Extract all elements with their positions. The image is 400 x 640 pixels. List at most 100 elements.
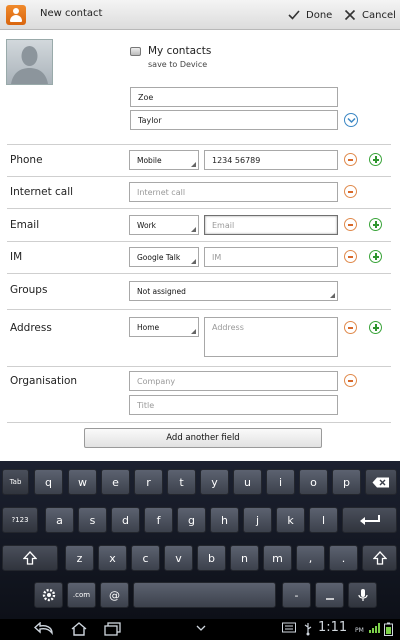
- cancel-button[interactable]: Cancel: [344, 3, 396, 27]
- divider: [7, 241, 391, 242]
- key-a[interactable]: a: [45, 507, 74, 533]
- key-settings[interactable]: [34, 582, 63, 608]
- add-im-button[interactable]: [369, 250, 382, 263]
- back-icon[interactable]: [34, 622, 54, 636]
- key-y[interactable]: y: [200, 469, 229, 495]
- storage-checkbox-icon: [130, 47, 141, 56]
- action-bar: New contact Done Cancel: [0, 0, 400, 30]
- battery-icon: [384, 622, 393, 636]
- key-symbols[interactable]: ?123: [2, 507, 38, 533]
- groups-select[interactable]: Not assigned: [129, 281, 338, 301]
- key-c[interactable]: c: [131, 545, 160, 571]
- remove-address-button[interactable]: [344, 321, 357, 334]
- phone-label: Phone: [10, 154, 43, 166]
- key-enter[interactable]: [342, 507, 397, 533]
- key-shift-left[interactable]: [2, 545, 58, 571]
- system-nav-bar: 1:11 PM: [0, 619, 400, 640]
- email-type-select[interactable]: Work: [129, 215, 199, 235]
- key-f[interactable]: f: [144, 507, 173, 533]
- phone-number-field[interactable]: 1234 56789: [204, 150, 338, 170]
- key-w[interactable]: w: [68, 469, 97, 495]
- clock-time: 1:11: [318, 620, 348, 635]
- shift-icon: [23, 551, 37, 565]
- key-b[interactable]: b: [197, 545, 226, 571]
- add-address-button[interactable]: [369, 321, 382, 334]
- add-email-button[interactable]: [369, 218, 382, 231]
- key-u[interactable]: u: [233, 469, 262, 495]
- key-e[interactable]: e: [101, 469, 130, 495]
- cancel-label: Cancel: [362, 9, 396, 21]
- home-icon[interactable]: [70, 622, 88, 636]
- key-period[interactable]: .: [329, 545, 358, 571]
- key-i[interactable]: i: [266, 469, 295, 495]
- first-name-field[interactable]: Zoe: [130, 87, 338, 107]
- key-dotcom[interactable]: .com: [67, 582, 96, 608]
- divider: [7, 176, 391, 177]
- key-t[interactable]: t: [167, 469, 196, 495]
- last-name-field[interactable]: Taylor: [130, 110, 338, 130]
- add-another-field-button[interactable]: Add another field: [84, 428, 322, 448]
- divider: [7, 309, 391, 310]
- key-x[interactable]: x: [98, 545, 127, 571]
- expand-name-button[interactable]: [344, 113, 358, 127]
- key-s[interactable]: s: [78, 507, 107, 533]
- signal-icon: [369, 623, 380, 633]
- person-silhouette-icon: [11, 46, 48, 84]
- internet-call-field[interactable]: Internet call: [129, 182, 338, 202]
- backspace-icon: [372, 477, 389, 487]
- key-q[interactable]: q: [34, 469, 63, 495]
- contact-photo[interactable]: [6, 39, 53, 85]
- shift-icon: [372, 551, 387, 565]
- key-comma[interactable]: ,: [296, 545, 325, 571]
- underscore-icon: [325, 598, 334, 600]
- done-label: Done: [306, 9, 333, 21]
- save-location-sublabel: save to Device: [148, 60, 208, 69]
- title-field[interactable]: Title: [129, 395, 338, 415]
- remove-organisation-button[interactable]: [344, 374, 357, 387]
- chevron-down-icon: [347, 117, 356, 124]
- key-at[interactable]: @: [100, 582, 129, 608]
- key-h[interactable]: h: [210, 507, 239, 533]
- divider: [7, 422, 391, 423]
- key-o[interactable]: o: [299, 469, 328, 495]
- remove-phone-button[interactable]: [344, 153, 357, 166]
- add-phone-button[interactable]: [369, 153, 382, 166]
- key-p[interactable]: p: [332, 469, 361, 495]
- address-field[interactable]: Address: [204, 317, 338, 357]
- key-tab[interactable]: Tab: [2, 469, 29, 495]
- key-v[interactable]: v: [164, 545, 193, 571]
- im-type-select[interactable]: Google Talk: [129, 247, 199, 267]
- key-r[interactable]: r: [134, 469, 163, 495]
- key-l[interactable]: l: [309, 507, 338, 533]
- remove-internet-call-button[interactable]: [344, 185, 357, 198]
- company-field[interactable]: Company: [129, 371, 338, 391]
- divider: [7, 366, 391, 367]
- keyboard-indicator-icon: [282, 622, 296, 633]
- done-button[interactable]: Done: [288, 3, 332, 27]
- key-shift-right[interactable]: [362, 545, 397, 571]
- key-voice-input[interactable]: [348, 582, 377, 608]
- key-j[interactable]: j: [243, 507, 272, 533]
- key-g[interactable]: g: [177, 507, 206, 533]
- key-k[interactable]: k: [276, 507, 305, 533]
- keyboard: Tab q w e r t y u i o p ?123 a s d f g h…: [0, 461, 400, 619]
- clock-ampm: PM: [355, 627, 364, 634]
- key-m[interactable]: m: [263, 545, 292, 571]
- organisation-label: Organisation: [10, 375, 78, 387]
- key-minus[interactable]: -: [282, 582, 311, 608]
- key-d[interactable]: d: [111, 507, 140, 533]
- im-field[interactable]: IM: [204, 247, 338, 267]
- phone-type-select[interactable]: Mobile: [129, 150, 199, 170]
- key-underscore[interactable]: [315, 582, 344, 608]
- key-backspace[interactable]: [365, 469, 397, 495]
- remove-email-button[interactable]: [344, 218, 357, 231]
- recent-apps-icon[interactable]: [104, 622, 122, 636]
- key-n[interactable]: n: [230, 545, 259, 571]
- email-field[interactable]: Email: [204, 215, 338, 235]
- keyboard-hide-icon[interactable]: [194, 622, 208, 636]
- key-space[interactable]: [133, 582, 276, 608]
- remove-im-button[interactable]: [344, 250, 357, 263]
- address-type-select[interactable]: Home: [129, 317, 199, 337]
- key-z[interactable]: z: [65, 545, 94, 571]
- address-label: Address: [10, 322, 52, 334]
